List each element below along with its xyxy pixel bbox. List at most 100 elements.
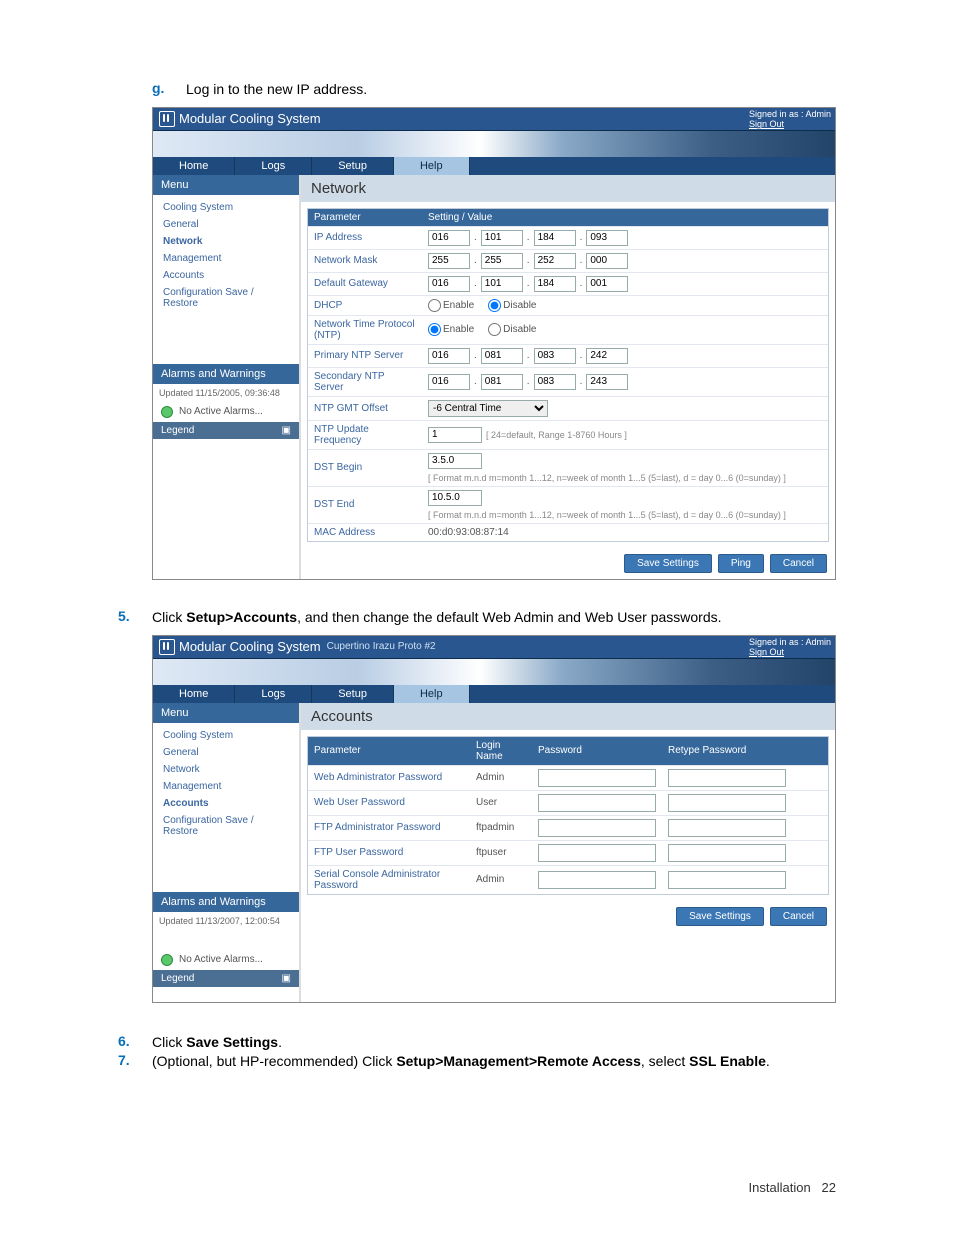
expand-icon-2: ▣ bbox=[282, 973, 291, 984]
hp-logo-icon-2 bbox=[159, 639, 175, 655]
row-dhcp-label: DHCP bbox=[308, 296, 422, 315]
ntp1-o2[interactable] bbox=[481, 348, 523, 364]
substep-letter: g. bbox=[118, 80, 186, 96]
tab-setup[interactable]: Setup bbox=[312, 157, 394, 175]
signin-area: Signed in as : Admin Sign Out bbox=[749, 109, 831, 130]
dstb-input[interactable] bbox=[428, 453, 482, 469]
retype-password-input[interactable] bbox=[668, 769, 786, 787]
content-area: Network Parameter Setting / Value IP Add… bbox=[299, 175, 835, 579]
mask-octet-3[interactable] bbox=[534, 253, 576, 269]
account-login: User bbox=[470, 791, 532, 815]
save-button[interactable]: Save Settings bbox=[624, 554, 712, 573]
dhcp-enable[interactable] bbox=[428, 299, 441, 312]
gw-octet-3[interactable] bbox=[534, 276, 576, 292]
row-dste-label: DST End bbox=[308, 487, 422, 523]
gw-octet-2[interactable] bbox=[481, 276, 523, 292]
menu-config-2[interactable]: Configuration Save / Restore bbox=[153, 812, 299, 840]
menu-header: Menu bbox=[153, 175, 299, 195]
gw-octet-1[interactable] bbox=[428, 276, 470, 292]
password-input[interactable] bbox=[538, 794, 656, 812]
cancel-button-2[interactable]: Cancel bbox=[770, 907, 827, 926]
legend-bar[interactable]: Legend▣ bbox=[153, 422, 299, 439]
dhcp-disable[interactable] bbox=[488, 299, 501, 312]
menu-accounts[interactable]: Accounts bbox=[153, 267, 299, 284]
retype-password-input[interactable] bbox=[668, 844, 786, 862]
mask-octet-4[interactable] bbox=[586, 253, 628, 269]
tab-help[interactable]: Help bbox=[394, 157, 470, 175]
row-ip-label: IP Address bbox=[308, 227, 422, 249]
mask-octet-2[interactable] bbox=[481, 253, 523, 269]
ip-octet-4[interactable] bbox=[586, 230, 628, 246]
menu-cooling[interactable]: Cooling System bbox=[153, 199, 299, 216]
dste-input[interactable] bbox=[428, 490, 482, 506]
ntp1-o1[interactable] bbox=[428, 348, 470, 364]
ip-octet-3[interactable] bbox=[534, 230, 576, 246]
ntp2-o2[interactable] bbox=[481, 374, 523, 390]
no-alarms: No Active Alarms... bbox=[153, 402, 299, 422]
retype-password-input[interactable] bbox=[668, 819, 786, 837]
ping-button[interactable]: Ping bbox=[718, 554, 764, 573]
ntp-disable[interactable] bbox=[488, 323, 501, 336]
tab-bar: Home Logs Setup Help bbox=[153, 157, 835, 175]
cancel-button[interactable]: Cancel bbox=[770, 554, 827, 573]
sign-out-link-2[interactable]: Sign Out bbox=[749, 647, 784, 657]
row-mask-label: Network Mask bbox=[308, 250, 422, 272]
menu-cooling-2[interactable]: Cooling System bbox=[153, 727, 299, 744]
ntp1-o4[interactable] bbox=[586, 348, 628, 364]
ntp2-o4[interactable] bbox=[586, 374, 628, 390]
row-mac-label: MAC Address bbox=[308, 524, 422, 541]
ntp-enable[interactable] bbox=[428, 323, 441, 336]
password-input[interactable] bbox=[538, 769, 656, 787]
hdr-value: Setting / Value bbox=[422, 209, 828, 226]
ntp2-o1[interactable] bbox=[428, 374, 470, 390]
screenshot-network: Modular Cooling System Signed in as : Ad… bbox=[152, 107, 836, 580]
tab-setup-2[interactable]: Setup bbox=[312, 685, 394, 703]
expand-icon: ▣ bbox=[282, 425, 291, 436]
app-title-2: Modular Cooling System bbox=[179, 639, 321, 654]
menu-network-2[interactable]: Network bbox=[153, 761, 299, 778]
menu-general-2[interactable]: General bbox=[153, 744, 299, 761]
row-ntp2-label: Secondary NTP Server bbox=[308, 368, 422, 396]
accounts-title: Accounts bbox=[301, 703, 835, 730]
content-title: Network bbox=[301, 175, 835, 202]
gw-octet-4[interactable] bbox=[586, 276, 628, 292]
titlebar: Modular Cooling System Signed in as : Ad… bbox=[153, 108, 835, 131]
tab-help-2[interactable]: Help bbox=[394, 685, 470, 703]
account-login: ftpuser bbox=[470, 841, 532, 865]
menu-general[interactable]: General bbox=[153, 216, 299, 233]
menu-config[interactable]: Configuration Save / Restore bbox=[153, 284, 299, 312]
ip-octet-1[interactable] bbox=[428, 230, 470, 246]
password-input[interactable] bbox=[538, 819, 656, 837]
row-ntp-label: Network Time Protocol (NTP) bbox=[308, 316, 422, 344]
retype-password-input[interactable] bbox=[668, 871, 786, 889]
mask-octet-1[interactable] bbox=[428, 253, 470, 269]
retype-password-input[interactable] bbox=[668, 794, 786, 812]
tab-home[interactable]: Home bbox=[153, 157, 235, 175]
account-row: Serial Console Administrator PasswordAdm… bbox=[308, 866, 828, 894]
account-login: Admin bbox=[470, 766, 532, 790]
tab-logs[interactable]: Logs bbox=[235, 157, 312, 175]
menu-management[interactable]: Management bbox=[153, 250, 299, 267]
ip-octet-2[interactable] bbox=[481, 230, 523, 246]
gmt-select[interactable]: -6 Central Time bbox=[428, 400, 548, 417]
legend-bar-2[interactable]: Legend▣ bbox=[153, 970, 299, 987]
account-label: Web User Password bbox=[308, 791, 470, 815]
account-row: Web User PasswordUser bbox=[308, 791, 828, 816]
save-button-2[interactable]: Save Settings bbox=[676, 907, 764, 926]
password-input[interactable] bbox=[538, 844, 656, 862]
menu-management-2[interactable]: Management bbox=[153, 778, 299, 795]
menu-accounts-2[interactable]: Accounts bbox=[153, 795, 299, 812]
tab-home-2[interactable]: Home bbox=[153, 685, 235, 703]
tab-logs-2[interactable]: Logs bbox=[235, 685, 312, 703]
step-5: 5. Click Setup>Accounts, and then change… bbox=[118, 608, 836, 627]
menu-network[interactable]: Network bbox=[153, 233, 299, 250]
sign-out-link[interactable]: Sign Out bbox=[749, 119, 784, 129]
step-7: 7. (Optional, but HP-recommended) Click … bbox=[118, 1052, 836, 1071]
password-input[interactable] bbox=[538, 871, 656, 889]
upd-input[interactable] bbox=[428, 427, 482, 443]
ntp1-o3[interactable] bbox=[534, 348, 576, 364]
app-title: Modular Cooling System bbox=[179, 111, 321, 126]
account-label: Web Administrator Password bbox=[308, 766, 470, 790]
ntp2-o3[interactable] bbox=[534, 374, 576, 390]
row-gw-label: Default Gateway bbox=[308, 273, 422, 295]
